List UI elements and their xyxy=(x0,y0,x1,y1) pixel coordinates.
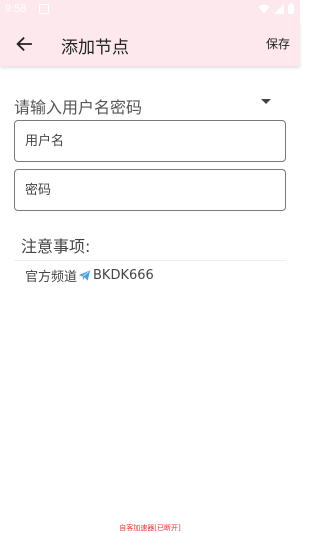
username-field[interactable] xyxy=(14,120,286,162)
signal-icon xyxy=(274,3,284,14)
arrow-left-icon xyxy=(16,37,32,51)
notes-title: 注意事项: xyxy=(21,237,91,256)
notification-icon xyxy=(39,4,49,14)
status-icons xyxy=(258,3,294,14)
battery-icon xyxy=(288,3,294,14)
back-button[interactable] xyxy=(12,32,36,56)
official-channel-row: 官方频道 BKDK666 xyxy=(25,266,154,285)
save-button[interactable]: 保存 xyxy=(266,35,290,52)
divider xyxy=(14,260,286,261)
dropdown-arrow-icon[interactable] xyxy=(261,99,271,104)
status-bar: 9:58 xyxy=(0,0,300,22)
status-time: 9:58 xyxy=(5,3,27,15)
wifi-icon xyxy=(258,4,270,13)
paper-plane-icon xyxy=(78,270,91,281)
app-bar: 添加节点 保存 xyxy=(0,22,300,66)
channel-label: 官方频道 xyxy=(25,270,78,285)
password-field[interactable] xyxy=(14,169,286,211)
page-title: 添加节点 xyxy=(61,38,129,58)
channel-id: BKDK666 xyxy=(93,268,154,283)
connection-status: 自客加速器[已断开] xyxy=(119,524,181,532)
credentials-section-label: 请输入用户名密码 xyxy=(14,98,143,117)
